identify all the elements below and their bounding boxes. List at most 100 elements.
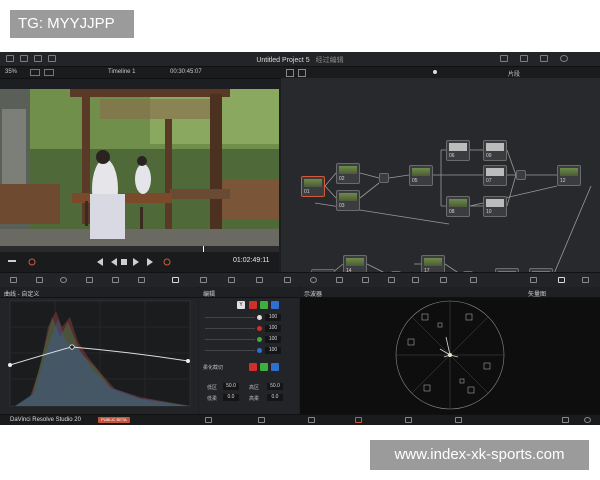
viewer-image: [0, 89, 279, 246]
rgb-mixer-icon[interactable]: [112, 277, 119, 283]
fairlight-page-icon[interactable]: [308, 417, 315, 423]
y-channel-button[interactable]: Y: [237, 301, 245, 309]
brush-icon[interactable]: [8, 260, 16, 262]
title-bar: Untitled Project 5 经过编辑: [0, 52, 600, 67]
settings-icon[interactable]: [582, 277, 589, 283]
color-tools-strip: [0, 272, 600, 288]
high-value[interactable]: 50.0: [267, 383, 283, 390]
tracker-icon[interactable]: [284, 277, 291, 283]
keyframes-icon[interactable]: [470, 277, 477, 283]
color-wheels-icon[interactable]: [60, 277, 67, 283]
share-icon[interactable]: [500, 55, 508, 62]
node-connections: [314, 149, 592, 272]
curve-graph[interactable]: [0, 297, 198, 414]
mixer-icon[interactable]: [520, 55, 528, 62]
low-soft-value[interactable]: 0.0: [223, 394, 239, 401]
motion-effects-icon[interactable]: [138, 277, 145, 283]
zoom-select[interactable]: 35%: [5, 69, 17, 75]
node-14[interactable]: 14: [343, 255, 367, 272]
row-green[interactable]: 100: [205, 336, 289, 344]
node-10[interactable]: 10: [483, 196, 507, 217]
app-brand: DaVinci Resolve Studio 20: [10, 417, 81, 423]
color-match-icon[interactable]: [36, 277, 43, 283]
watermark-tag: TG: MYYJJPP: [10, 10, 134, 38]
scopes-icon[interactable]: [558, 277, 565, 283]
project-name: Untitled Project 5: [256, 57, 310, 64]
3d-icon[interactable]: [412, 277, 419, 283]
node-17[interactable]: 17: [421, 255, 445, 272]
curve-point-start: [8, 363, 12, 367]
window-icon[interactable]: [256, 277, 263, 283]
hdr-icon[interactable]: [86, 277, 93, 283]
row-blue[interactable]: 100: [205, 347, 289, 355]
edit-title: 编辑: [203, 292, 216, 298]
node-06[interactable]: 06: [446, 140, 470, 161]
green-channel-button[interactable]: [260, 301, 268, 309]
home-icon[interactable]: [562, 417, 569, 423]
magic-mask-icon[interactable]: [310, 277, 317, 283]
loop-icon[interactable]: [28, 258, 36, 266]
blue-channel-button[interactable]: [271, 301, 279, 309]
info-icon[interactable]: [530, 277, 537, 283]
clip-mode-select[interactable]: 片段: [508, 69, 520, 78]
node-01[interactable]: 01: [301, 176, 325, 197]
node-05[interactable]: 05: [409, 165, 433, 186]
timeline-select[interactable]: Timeline 1: [108, 69, 135, 75]
key-icon[interactable]: [362, 277, 369, 283]
transport-controls: 01:02:49:11: [0, 246, 279, 272]
color-page-icon[interactable]: [355, 417, 362, 423]
soft-clip-green[interactable]: [260, 363, 268, 371]
row-red[interactable]: 100: [205, 325, 289, 333]
color-warper-icon[interactable]: [200, 277, 207, 283]
curves-panel: 曲线 - 自定义: [0, 287, 198, 414]
curves-icon[interactable]: [172, 277, 179, 283]
pointer-icon[interactable]: [286, 69, 294, 77]
soft-clip-red[interactable]: [249, 363, 257, 371]
stop-icon[interactable]: [121, 259, 127, 265]
node-12[interactable]: 12: [557, 165, 581, 186]
soft-clip-label: 柔化截切: [203, 365, 224, 371]
soft-clip-blue[interactable]: [271, 363, 279, 371]
play-icon[interactable]: [133, 258, 139, 266]
low-value[interactable]: 50.0: [223, 383, 239, 390]
node-03[interactable]: 03: [336, 190, 360, 211]
node-04[interactable]: [379, 173, 389, 183]
project-title: Untitled Project 5 经过编辑: [0, 55, 600, 65]
high-label: 高区: [249, 385, 260, 391]
node-02[interactable]: 02: [336, 163, 360, 184]
curve-point-end: [186, 359, 190, 363]
settings-gear-icon[interactable]: [584, 417, 591, 423]
hand-icon[interactable]: [298, 69, 306, 77]
low-soft-label: 低柔: [207, 396, 218, 402]
node-07[interactable]: 07: [483, 165, 507, 186]
skip-back-icon[interactable]: [95, 258, 103, 266]
high-soft-value[interactable]: 0.0: [267, 394, 283, 401]
node-11[interactable]: [516, 170, 526, 180]
vectorscope: [395, 300, 505, 410]
row-y[interactable]: 100: [205, 314, 289, 322]
high-soft-label: 高柔: [249, 396, 260, 402]
red-channel-button[interactable]: [249, 301, 257, 309]
node-09[interactable]: 09: [483, 140, 507, 161]
blur-icon[interactable]: [336, 277, 343, 283]
play-reverse-icon[interactable]: [111, 258, 117, 266]
layout-icon[interactable]: [30, 69, 40, 76]
sizing-icon[interactable]: [388, 277, 395, 283]
fusion-page-icon[interactable]: [258, 417, 265, 423]
deliver-page-icon[interactable]: [455, 417, 462, 423]
skip-forward-icon[interactable]: [147, 258, 155, 266]
camera-raw-icon[interactable]: [10, 277, 17, 283]
loop-toggle-icon[interactable]: [163, 258, 171, 266]
qualifier-icon[interactable]: [228, 277, 235, 283]
fx-icon[interactable]: [440, 277, 447, 283]
source-timecode: 00:30:45:07: [170, 69, 202, 75]
split-icon[interactable]: [44, 69, 54, 76]
node-editor[interactable]: 01 02 03 05 06 07 08 09 10 12 13 14 15 1…: [281, 78, 600, 272]
user-icon[interactable]: [560, 55, 568, 62]
resolve-window: Untitled Project 5 经过编辑 35% Timeline 1 00…: [0, 52, 600, 425]
lightbox-icon[interactable]: [540, 55, 548, 62]
audio-page-icon[interactable]: [405, 417, 412, 423]
edit-header: 编辑: [199, 287, 299, 298]
edit-page-icon[interactable]: [205, 417, 212, 423]
node-08[interactable]: 08: [446, 196, 470, 217]
